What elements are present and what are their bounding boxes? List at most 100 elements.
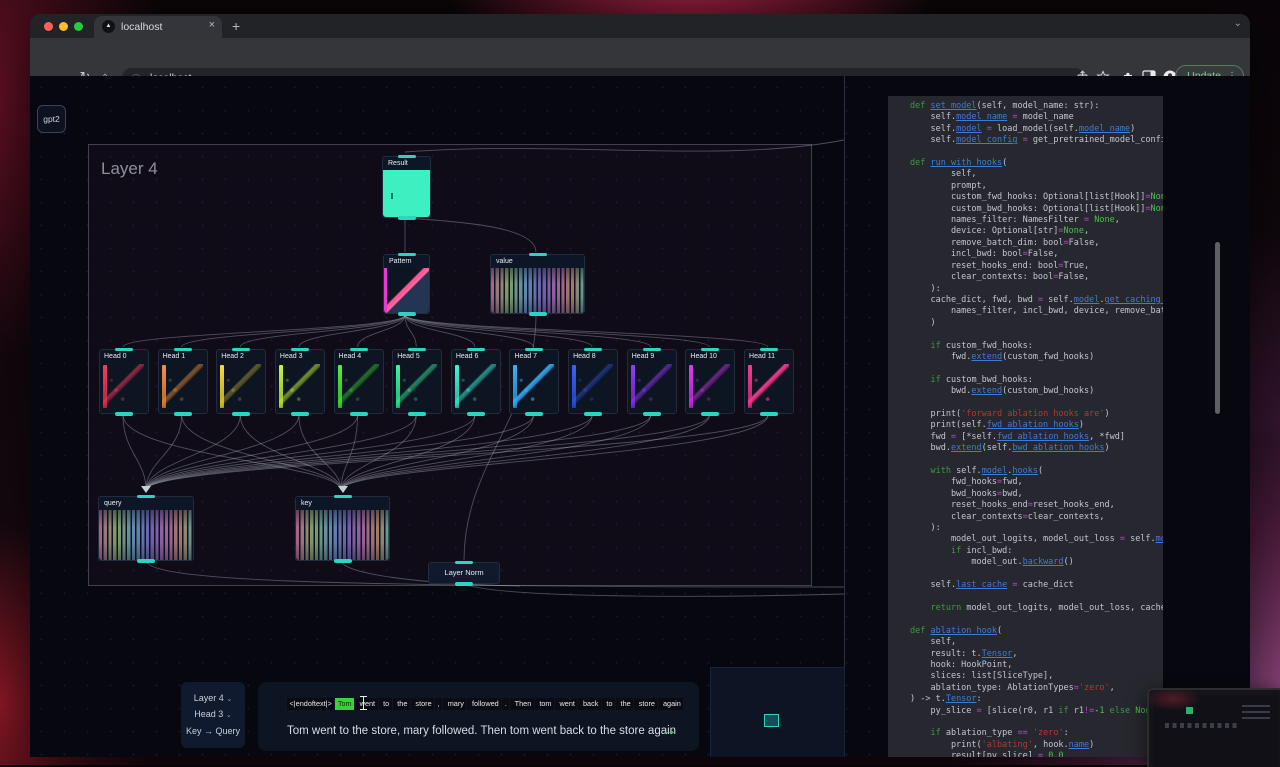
minimize-window-button[interactable] bbox=[59, 22, 68, 31]
node-handle[interactable] bbox=[350, 412, 368, 416]
head-node-11[interactable]: Head 11 bbox=[744, 349, 794, 414]
new-tab-button[interactable]: + bbox=[232, 18, 240, 34]
layer-group-label: Layer 4 bbox=[101, 159, 158, 179]
token-chip[interactable]: Then bbox=[510, 698, 534, 710]
node-handle[interactable] bbox=[408, 412, 426, 416]
head-node-6[interactable]: Head 6 bbox=[451, 349, 501, 414]
flow-minimap[interactable] bbox=[710, 667, 845, 757]
node-handle[interactable] bbox=[643, 412, 661, 416]
node-handle[interactable] bbox=[174, 348, 192, 352]
node-handle[interactable] bbox=[291, 348, 309, 352]
node-handle[interactable] bbox=[232, 348, 250, 352]
node-handle[interactable] bbox=[408, 348, 426, 352]
layer-norm-node[interactable]: Layer Norm bbox=[428, 562, 500, 584]
node-handle[interactable] bbox=[529, 312, 547, 316]
node-handle[interactable] bbox=[350, 348, 368, 352]
chevron-down-icon[interactable]: ⌄ bbox=[1234, 18, 1242, 29]
token-chip[interactable]: the bbox=[616, 698, 633, 710]
node-handle[interactable] bbox=[334, 495, 352, 499]
head-select[interactable]: Head 3 ⌄ bbox=[181, 709, 245, 719]
node-handle[interactable] bbox=[467, 348, 485, 352]
token-chip[interactable]: tom bbox=[535, 698, 554, 710]
maximize-window-button[interactable] bbox=[74, 22, 83, 31]
node-handle[interactable] bbox=[525, 412, 543, 416]
head-node-8[interactable]: Head 8 bbox=[568, 349, 618, 414]
tab-strip: ▲ localhost × + ⌄ bbox=[30, 14, 1250, 38]
node-handle[interactable] bbox=[525, 348, 543, 352]
node-handle[interactable] bbox=[584, 348, 602, 352]
node-handle[interactable] bbox=[137, 559, 155, 563]
head-node-4[interactable]: Head 4 bbox=[334, 349, 384, 414]
code-panel[interactable]: def set_model(self, model_name: str): se… bbox=[888, 96, 1163, 757]
query-node-label: query bbox=[99, 497, 193, 510]
value-node[interactable]: value bbox=[490, 254, 585, 314]
screen-preview-window[interactable] bbox=[1147, 688, 1280, 767]
token-chip[interactable]: store bbox=[411, 698, 434, 710]
node-handle[interactable] bbox=[137, 495, 155, 499]
token-chip[interactable]: again bbox=[658, 698, 683, 710]
node-handle[interactable] bbox=[398, 253, 416, 257]
minimap-viewport[interactable] bbox=[764, 714, 779, 727]
head-node-2[interactable]: Head 2 bbox=[216, 349, 266, 414]
node-handle[interactable] bbox=[398, 155, 416, 159]
pattern-node[interactable]: Pattern bbox=[383, 254, 430, 314]
head-node-9[interactable]: Head 9 bbox=[627, 349, 677, 414]
close-window-button[interactable] bbox=[44, 22, 53, 31]
head-node-3[interactable]: Head 3 bbox=[275, 349, 325, 414]
result-node[interactable]: Result bbox=[382, 156, 431, 218]
token-chip[interactable]: followed bbox=[467, 698, 501, 710]
code-line bbox=[910, 398, 1163, 409]
node-handle[interactable] bbox=[398, 312, 416, 316]
token-chip-selected[interactable]: Tom bbox=[335, 698, 354, 710]
token-chip[interactable]: , bbox=[435, 698, 442, 710]
token-chip[interactable]: <|endoftext|> bbox=[287, 698, 334, 710]
node-handle[interactable] bbox=[455, 561, 473, 565]
layer-select[interactable]: Layer 4 ⌄ bbox=[181, 693, 245, 703]
node-handle[interactable] bbox=[701, 348, 719, 352]
query-node[interactable]: query bbox=[98, 496, 194, 561]
code-line: remove_batch_dim: bool=False, bbox=[910, 238, 1163, 249]
token-chip[interactable]: to bbox=[602, 698, 615, 710]
head-node-10[interactable]: Head 10 bbox=[685, 349, 735, 414]
browser-tab[interactable]: ▲ localhost × bbox=[94, 16, 222, 38]
node-handle[interactable] bbox=[760, 412, 778, 416]
node-handle[interactable] bbox=[529, 253, 547, 257]
key-node[interactable]: key bbox=[295, 496, 390, 561]
node-handle[interactable] bbox=[398, 216, 416, 220]
head-node-label: Head 4 bbox=[339, 353, 362, 360]
token-chip[interactable]: went bbox=[555, 698, 577, 710]
node-handle[interactable] bbox=[584, 412, 602, 416]
node-handle[interactable] bbox=[467, 412, 485, 416]
node-handle[interactable] bbox=[701, 412, 719, 416]
code-line bbox=[910, 329, 1163, 340]
head-node-0[interactable]: Head 0 bbox=[99, 349, 149, 414]
node-handle[interactable] bbox=[115, 348, 133, 352]
head-node-label: Head 7 bbox=[514, 353, 537, 360]
node-handle[interactable] bbox=[232, 412, 250, 416]
node-handle[interactable] bbox=[334, 559, 352, 563]
token-chip[interactable]: back bbox=[578, 698, 600, 710]
code-line: names_filter, incl_bwd, device, remove_b… bbox=[910, 306, 1163, 317]
head-node-5[interactable]: Head 5 bbox=[392, 349, 442, 414]
submit-arrow-icon[interactable]: → bbox=[661, 722, 677, 740]
page-scrollbar-thumb[interactable] bbox=[1215, 242, 1220, 414]
code-line: ) -> t.Tensor: bbox=[910, 694, 1163, 705]
node-handle[interactable] bbox=[643, 348, 661, 352]
code-line: hook: HookPoint, bbox=[910, 660, 1163, 671]
node-handle[interactable] bbox=[291, 412, 309, 416]
token-chip[interactable]: the bbox=[393, 698, 410, 710]
head-node-7[interactable]: Head 7 bbox=[509, 349, 559, 414]
direction-select[interactable]: Key → Query bbox=[181, 726, 245, 736]
tab-close-icon[interactable]: × bbox=[209, 19, 215, 31]
head-node-1[interactable]: Head 1 bbox=[158, 349, 208, 414]
node-handle[interactable] bbox=[455, 582, 473, 586]
node-handle[interactable] bbox=[115, 412, 133, 416]
token-chip[interactable]: . bbox=[502, 698, 509, 710]
prompt-input[interactable]: Tom went to the store, mary followed. Th… bbox=[287, 725, 676, 737]
node-handle[interactable] bbox=[760, 348, 778, 352]
token-chip[interactable]: mary bbox=[443, 698, 466, 710]
node-handle[interactable] bbox=[174, 412, 192, 416]
model-badge[interactable]: gpt2 bbox=[37, 105, 66, 133]
token-chip[interactable]: to bbox=[379, 698, 392, 710]
token-chip[interactable]: store bbox=[634, 698, 657, 710]
